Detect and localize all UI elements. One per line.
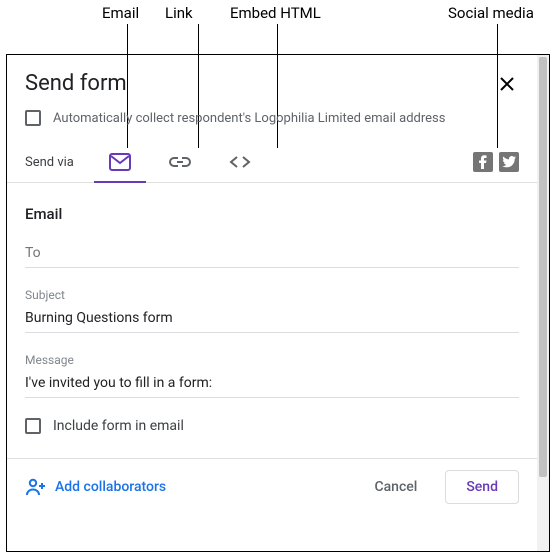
subject-field[interactable] [25, 306, 519, 333]
close-button[interactable] [495, 72, 519, 96]
link-icon [169, 156, 191, 168]
email-section-title: Email [25, 205, 519, 223]
include-form-row[interactable]: Include form in email [25, 418, 519, 434]
annotation-callouts: Email Link Embed HTML Social media [0, 0, 556, 54]
facebook-icon [478, 155, 488, 169]
cancel-button[interactable]: Cancel [354, 470, 437, 504]
send-form-dialog: Send form Automatically collect responde… [6, 54, 550, 552]
send-via-label: Send via [25, 155, 74, 170]
auto-collect-row[interactable]: Automatically collect respondent's Logop… [25, 110, 519, 126]
embed-icon [229, 155, 251, 169]
subject-label: Subject [25, 288, 519, 302]
include-form-checkbox[interactable] [25, 418, 41, 434]
message-label: Message [25, 353, 519, 367]
auto-collect-label: Automatically collect respondent's Logop… [53, 111, 445, 126]
annotation-embed: Embed HTML [230, 4, 321, 22]
email-icon [109, 153, 131, 171]
share-twitter[interactable] [499, 152, 519, 172]
annotation-link: Link [165, 4, 193, 22]
twitter-icon [502, 156, 516, 168]
add-collaborators-label: Add collaborators [55, 479, 166, 495]
to-field[interactable] [25, 241, 519, 268]
tab-email[interactable] [94, 142, 146, 182]
annotation-social: Social media [448, 4, 534, 22]
scrollbar-thumb[interactable] [539, 57, 547, 477]
scrollbar[interactable] [537, 55, 549, 551]
auto-collect-checkbox[interactable] [25, 110, 41, 126]
dialog-title: Send form [25, 71, 127, 96]
tab-embed[interactable] [214, 142, 266, 182]
close-icon [499, 76, 515, 92]
tab-link[interactable] [154, 142, 206, 182]
add-collaborators-icon [25, 478, 47, 496]
send-button[interactable]: Send [445, 470, 519, 504]
message-field[interactable] [25, 371, 519, 398]
add-collaborators-button[interactable]: Add collaborators [25, 478, 166, 496]
annotation-email: Email [102, 4, 139, 22]
share-facebook[interactable] [473, 152, 493, 172]
include-form-label: Include form in email [53, 418, 184, 434]
